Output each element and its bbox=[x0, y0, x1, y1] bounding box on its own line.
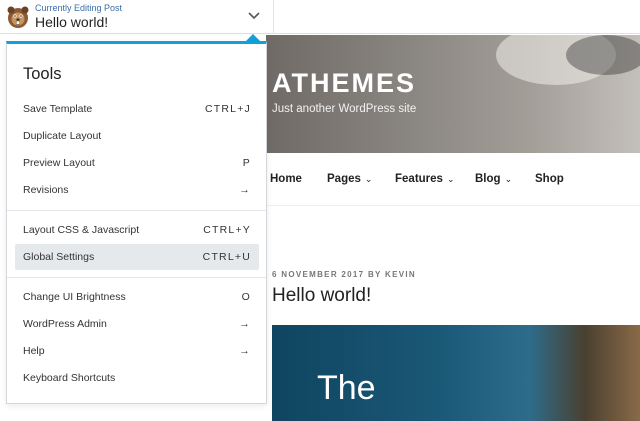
menu-item-revisions[interactable]: Revisions → bbox=[15, 177, 259, 203]
beaver-logo-icon[interactable] bbox=[6, 5, 30, 29]
menu-item-label: Revisions bbox=[23, 184, 69, 196]
topbar-divider bbox=[273, 0, 274, 34]
nav-item-label: Pages bbox=[327, 173, 361, 185]
site-title[interactable]: ATHEMES bbox=[272, 68, 416, 99]
nav-item-label: Home bbox=[270, 173, 302, 185]
arrow-right-icon: → bbox=[239, 184, 251, 196]
menu-item-shortcut: O bbox=[241, 291, 251, 303]
editor-topbar: Currently Editing Post Hello world! bbox=[0, 0, 640, 34]
nav-item-home[interactable]: Home bbox=[270, 173, 302, 185]
panel-pointer bbox=[246, 34, 260, 41]
post-title[interactable]: Hello world! bbox=[272, 285, 371, 307]
site-navigation: Home Pages ⌄ Features ⌄ Blog ⌄ Shop bbox=[266, 153, 640, 206]
menu-item-label: Keyboard Shortcuts bbox=[23, 372, 116, 384]
menu-item-shortcut: CTRL+U bbox=[202, 251, 251, 263]
menu-item-help[interactable]: Help → bbox=[15, 338, 259, 364]
chevron-down-icon: ⌄ bbox=[504, 174, 513, 184]
menu-item-label: Help bbox=[23, 345, 45, 357]
menu-item-label: WordPress Admin bbox=[23, 318, 107, 330]
nav-item-blog[interactable]: Blog ⌄ bbox=[475, 173, 512, 185]
menu-item-keyboard-shortcuts[interactable]: Keyboard Shortcuts bbox=[15, 365, 259, 391]
menu-item-shortcut: CTRL+J bbox=[204, 103, 251, 115]
menu-item-label: Save Template bbox=[23, 103, 93, 115]
menu-item-preview-layout[interactable]: Preview Layout P bbox=[15, 150, 259, 176]
chevron-down-icon: ⌄ bbox=[446, 174, 455, 184]
post-meta: 6 NOVEMBER 2017 BY KEVIN bbox=[272, 270, 416, 279]
editing-post-title[interactable]: Hello world! bbox=[35, 14, 108, 30]
site-header-hero: ATHEMES Just another WordPress site bbox=[266, 35, 640, 153]
featured-image: The bbox=[272, 325, 640, 421]
menu-divider bbox=[7, 277, 266, 278]
hero-background-shape bbox=[566, 35, 640, 75]
tools-heading: Tools bbox=[23, 65, 62, 83]
menu-item-label: Change UI Brightness bbox=[23, 291, 126, 303]
nav-item-shop[interactable]: Shop bbox=[535, 173, 564, 185]
menu-divider bbox=[7, 210, 266, 211]
arrow-right-icon: → bbox=[239, 345, 251, 357]
menu-item-label: Preview Layout bbox=[23, 157, 95, 169]
menu-item-global-settings[interactable]: Global Settings CTRL+U bbox=[15, 244, 259, 270]
nav-item-pages[interactable]: Pages ⌄ bbox=[327, 173, 372, 185]
nav-item-features[interactable]: Features ⌄ bbox=[395, 173, 454, 185]
menu-item-duplicate-layout[interactable]: Duplicate Layout bbox=[15, 123, 259, 149]
site-tagline: Just another WordPress site bbox=[272, 103, 417, 115]
arrow-right-icon: → bbox=[239, 318, 251, 330]
menu-item-shortcut: P bbox=[242, 157, 251, 169]
menu-item-label: Duplicate Layout bbox=[23, 130, 102, 142]
menu-item-shortcut: CTRL+Y bbox=[203, 224, 251, 236]
chevron-down-icon: ⌄ bbox=[364, 174, 373, 184]
nav-item-label: Features bbox=[395, 173, 443, 185]
menu-item-save-template[interactable]: Save Template CTRL+J bbox=[15, 96, 259, 122]
nav-item-label: Blog bbox=[475, 173, 501, 185]
menu-item-wordpress-admin[interactable]: WordPress Admin → bbox=[15, 311, 259, 337]
menu-item-change-ui-brightness[interactable]: Change UI Brightness O bbox=[15, 284, 259, 310]
chevron-down-icon[interactable] bbox=[247, 9, 261, 23]
menu-item-label: Global Settings bbox=[23, 251, 95, 263]
menu-item-label: Layout CSS & Javascript bbox=[23, 224, 140, 236]
editing-label: Currently Editing Post bbox=[35, 3, 123, 13]
menu-item-layout-css-js[interactable]: Layout CSS & Javascript CTRL+Y bbox=[15, 217, 259, 243]
featured-image-text: The bbox=[317, 369, 376, 407]
nav-item-label: Shop bbox=[535, 173, 564, 185]
tools-panel: Tools Save Template CTRL+J Duplicate Lay… bbox=[6, 41, 267, 404]
